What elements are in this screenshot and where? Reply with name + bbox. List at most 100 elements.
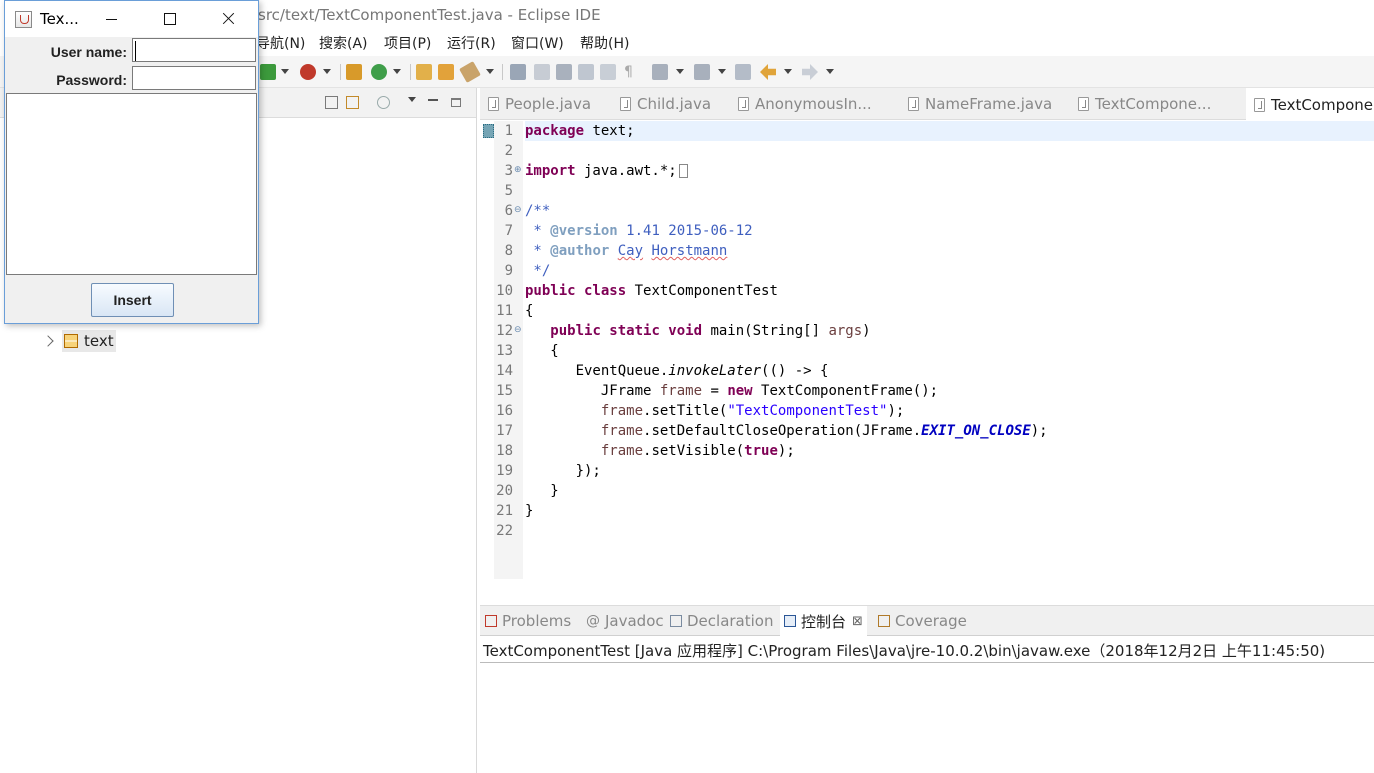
minimize-view-icon[interactable] [428, 99, 438, 101]
code-line: * @version 1.41 2015-06-12 [525, 221, 752, 241]
tab-textcomponent-1[interactable]: TextCompone... [1078, 88, 1211, 120]
code-token: import [525, 163, 576, 179]
line-number: 10 [496, 283, 513, 299]
tab-anonymousin[interactable]: AnonymousIn... [738, 88, 872, 120]
close-button[interactable] [205, 1, 251, 37]
search-torch-icon[interactable] [459, 61, 481, 83]
line-number: 13 [496, 343, 513, 359]
java-file-icon [1254, 98, 1265, 112]
forward-dropdown-icon[interactable] [826, 69, 834, 74]
toggle-mark-occurrences-icon[interactable] [510, 64, 526, 80]
word-wrap-icon[interactable] [578, 64, 594, 80]
insert-button[interactable]: Insert [91, 283, 174, 317]
next-annotation-icon[interactable] [652, 64, 668, 80]
username-field[interactable] [132, 38, 256, 62]
line-number: 18 [496, 443, 513, 459]
code-token: EXIT_ON_CLOSE [921, 423, 1031, 439]
line-number: 22 [496, 523, 513, 539]
code-token: true [744, 443, 778, 459]
back-dropdown-icon[interactable] [784, 69, 792, 74]
forward-arrow-icon[interactable] [802, 64, 818, 80]
menu-search[interactable]: 搜索(A) [319, 33, 368, 53]
code-token: EventQueue. [575, 363, 669, 379]
current-line-marker-icon [483, 124, 494, 138]
code-token: text; [584, 123, 635, 139]
chevron-right-icon[interactable] [42, 335, 54, 347]
tab-label: TextCompone [1271, 96, 1374, 114]
code-token: @version [550, 223, 618, 239]
previous-annotation-dropdown-icon[interactable] [718, 69, 726, 74]
close-tab-icon[interactable]: ⊠ [852, 614, 863, 629]
tab-label: NameFrame.java [925, 95, 1053, 113]
collapse-fold-icon[interactable]: ⊖ [514, 206, 523, 215]
search-dropdown-icon[interactable] [486, 69, 494, 74]
maximize-view-icon[interactable] [451, 98, 461, 107]
folded-imports-icon[interactable] [678, 164, 688, 178]
password-field[interactable] [132, 66, 256, 90]
expand-fold-icon[interactable]: ⊕ [514, 166, 523, 175]
toggle-highlight-icon[interactable] [534, 64, 550, 80]
swing-title-bar[interactable]: Tex... [5, 1, 258, 37]
maximize-button[interactable] [146, 1, 192, 37]
code-area[interactable]: 1 2 3 ⊕ 5 6 ⊖ 7 8 9 10 11 12 ⊖ 13 14 15 … [480, 121, 1374, 633]
new-class-icon[interactable] [371, 64, 387, 80]
javadoc-icon: @ [586, 613, 600, 629]
toolbar-separator [340, 64, 341, 80]
show-whitespace-icon[interactable] [600, 64, 616, 80]
code-token: { [550, 343, 559, 359]
menu-project[interactable]: 项目(P) [384, 33, 431, 53]
line-number: 21 [496, 503, 513, 519]
tab-nameframe-java[interactable]: NameFrame.java [908, 88, 1052, 120]
output-textarea[interactable] [6, 93, 257, 275]
tab-declaration[interactable]: Declaration [670, 606, 773, 636]
new-class-dropdown-icon[interactable] [393, 69, 401, 74]
tab-child-java[interactable]: Child.java [620, 88, 711, 120]
console-tab-bar: Problems @ Javadoc Declaration 控制台 ⊠ Cover… [480, 606, 1374, 636]
previous-annotation-icon[interactable] [694, 64, 710, 80]
tab-problems[interactable]: Problems [485, 606, 571, 636]
menu-window[interactable]: 窗口(W) [511, 33, 564, 53]
menu-run[interactable]: 运行(R) [447, 33, 496, 53]
pilcrow-icon[interactable]: ¶ [624, 64, 640, 80]
swing-window-title: Tex... [40, 10, 79, 28]
line-number: 19 [496, 463, 513, 479]
minimize-button[interactable] [89, 1, 135, 37]
line-number: 12 [496, 323, 513, 339]
coverage-run-icon[interactable] [300, 64, 316, 80]
open-folder-icon[interactable] [438, 64, 454, 80]
tab-people-java[interactable]: People.java [488, 88, 591, 120]
console-panel: Problems @ Javadoc Declaration 控制台 ⊠ Cover… [480, 605, 1374, 773]
next-annotation-dropdown-icon[interactable] [676, 69, 684, 74]
java-file-icon [488, 97, 499, 111]
debug-icon[interactable] [260, 64, 276, 80]
tab-textcomponenttest-active[interactable]: TextCompone [1246, 88, 1374, 120]
tab-label: People.java [505, 95, 592, 113]
menu-navigate[interactable]: 导航(N) [256, 33, 305, 53]
last-edit-location-icon[interactable] [735, 64, 751, 80]
menu-help[interactable]: 帮助(H) [580, 33, 629, 53]
focus-on-task-icon[interactable] [377, 96, 390, 109]
collapse-all-icon[interactable] [325, 96, 338, 109]
view-menu-icon[interactable] [408, 97, 416, 102]
coverage-dropdown-icon[interactable] [323, 69, 331, 74]
link-with-editor-icon[interactable] [346, 96, 359, 109]
tab-label: Problems [502, 612, 572, 630]
open-type-icon[interactable] [416, 64, 432, 80]
line-number: 8 [504, 243, 513, 259]
back-arrow-icon[interactable] [760, 64, 776, 80]
tab-javadoc[interactable]: @ Javadoc [586, 606, 664, 636]
new-java-package-icon[interactable] [346, 64, 362, 80]
code-token: .setDefaultCloseOperation(JFrame. [643, 423, 922, 439]
toolbar-separator [502, 64, 503, 80]
code-token: ); [777, 443, 795, 459]
tab-coverage[interactable]: Coverage [878, 606, 967, 636]
code-token: frame [600, 423, 644, 439]
tree-item-text-package[interactable]: text [42, 330, 116, 352]
block-selection-icon[interactable] [556, 64, 572, 80]
editor-tab-bar: People.java Child.java AnonymousIn... Na… [480, 88, 1374, 120]
tab-console[interactable]: 控制台 ⊠ [780, 606, 867, 636]
code-token: ); [1030, 423, 1048, 439]
code-token: new [727, 383, 753, 399]
debug-dropdown-icon[interactable] [281, 69, 289, 74]
collapse-fold-icon[interactable]: ⊖ [514, 326, 523, 335]
